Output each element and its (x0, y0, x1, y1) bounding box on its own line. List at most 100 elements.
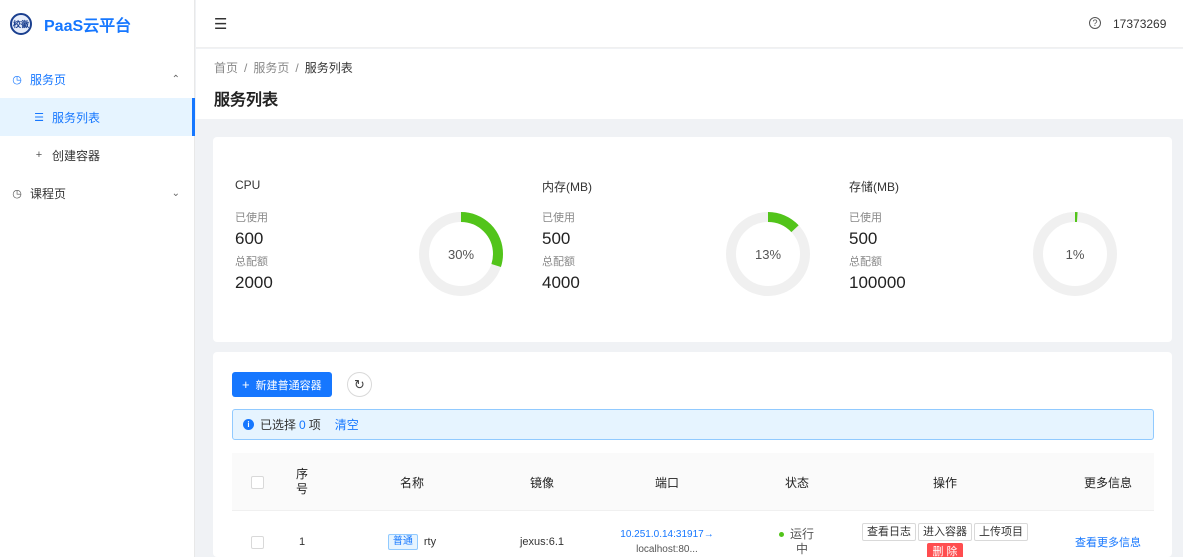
breadcrumb-separator: / (295, 61, 299, 75)
sidebar-item-create-container[interactable]: + 创建容器 (0, 136, 194, 174)
port-external: 10.251.0.14:31917→ (620, 529, 714, 540)
stat-used-value: 500 (542, 229, 571, 248)
service-table-card: + 新建普通容器 ↻ i 已选择 0 项 清空 序 号 名称 镜像 端口 状态 … (213, 352, 1172, 557)
select-all-cell (232, 453, 282, 511)
storage-stat: 存储(MB) 已使用 500 总配额 100000 1% (827, 137, 1137, 342)
sidebar-item-course-page[interactable]: ◷ 课程页 ⌄ (0, 174, 194, 212)
stat-label: 存储(MB) (849, 180, 899, 194)
port-mapping-link[interactable]: 10.251.0.14:31917→ localhost:80... (620, 527, 713, 557)
sidebar-menu: ◷ 服务页 ⌃ ☰ 服务列表 + 创建容器 ◷ 课程页 ⌄ (0, 60, 195, 212)
selection-suffix: 项 (308, 418, 321, 432)
new-container-button[interactable]: + 新建普通容器 (232, 372, 332, 397)
stat-quota-value: 4000 (542, 273, 580, 292)
column-header-status: 状态 (784, 475, 809, 490)
ring-percent: 30% (447, 246, 475, 262)
help-icon[interactable]: ? (1089, 17, 1101, 29)
usage-ring: 13% (725, 211, 811, 297)
usage-ring: 30% (418, 211, 504, 297)
upload-project-button[interactable]: 上传项目 (974, 523, 1028, 541)
sidebar-item-service-page[interactable]: ◷ 服务页 ⌃ (0, 60, 194, 98)
stat-used-value: 500 (849, 229, 878, 248)
menu-fold-icon[interactable]: ☰ (214, 15, 227, 33)
row-port-cell: 10.251.0.14:31917→ localhost:80... (602, 512, 732, 557)
column-header-more-info: 更多信息 (1083, 475, 1132, 490)
column-header-index: 序 号 (295, 467, 308, 496)
breadcrumb-home[interactable]: 首页 (214, 61, 238, 75)
status-text: 运行中 (789, 527, 814, 556)
row-more-cell: 查看更多信息 (1062, 512, 1154, 557)
memory-stat: 内存(MB) 已使用 500 总配额 4000 13% (520, 137, 830, 342)
stat-used-label: 已使用 (235, 212, 268, 224)
plus-icon: + (35, 149, 43, 161)
table-row: 1 普通 rty jexus:6.1 10.251.0.14:31917→ lo… (232, 512, 1154, 557)
container-type-tag: 普通 (387, 534, 418, 550)
sidebar-item-label: 创建容器 (52, 148, 101, 163)
row-actions-cell: 查看日志 进入容器 上传项目 删 除 (857, 512, 1033, 557)
delete-button[interactable]: 删 除 (927, 543, 963, 557)
stat-quota-value: 100000 (849, 273, 906, 292)
resource-stats-card: CPU 已使用 600 总配额 2000 30% 内存(MB) 已使用 500 … (213, 137, 1172, 342)
breadcrumb-service-page[interactable]: 服务页 (253, 61, 289, 75)
refresh-button[interactable]: ↻ (347, 372, 372, 397)
selection-alert: i 已选择 0 项 清空 (232, 409, 1154, 440)
column-header-name: 名称 (399, 475, 424, 490)
sidebar-item-label: 服务页 (30, 72, 67, 87)
stat-label: CPU (235, 178, 261, 192)
stat-used-label: 已使用 (849, 212, 882, 224)
username[interactable]: 17373269 (1113, 17, 1183, 31)
view-logs-button[interactable]: 查看日志 (862, 523, 916, 541)
info-icon: i (243, 419, 254, 430)
list-icon: ☰ (34, 111, 44, 124)
stat-quota-value: 2000 (235, 273, 273, 292)
selection-count: 0 (299, 417, 306, 432)
sidebar-item-label: 课程页 (30, 186, 67, 201)
new-container-label: 新建普通容器 (255, 379, 322, 392)
page-title: 服务列表 (214, 92, 279, 109)
column-header-actions: 操作 (932, 475, 957, 490)
status-dot-icon (779, 532, 784, 537)
status-badge: 运行中 (779, 527, 815, 557)
stat-quota-label: 总配额 (235, 256, 268, 268)
logo[interactable]: 校徽 PaaS云平台 (0, 0, 194, 48)
stat-quota-label: 总配额 (542, 256, 575, 268)
row-name-cell: 普通 rty (352, 512, 472, 557)
table-header: 序 号 名称 镜像 端口 状态 操作 更多信息 (232, 453, 1154, 511)
breadcrumb: 首页 / 服务页 / 服务列表 (214, 59, 1183, 76)
stat-used-label: 已使用 (542, 212, 575, 224)
sidebar: 校徽 PaaS云平台 ◷ 服务页 ⌃ ☰ 服务列表 + 创建容器 ◷ 课程页 ⌄ (0, 0, 195, 557)
column-header-image: 镜像 (529, 475, 554, 490)
row-actions: 查看日志 进入容器 上传项目 删 除 (857, 523, 1033, 557)
selection-prefix: 已选择 (260, 418, 297, 432)
row-checkbox[interactable] (250, 535, 264, 549)
stat-used-value: 600 (235, 229, 264, 248)
stat-label: 内存(MB) (542, 180, 592, 194)
row-index: 1 (298, 536, 306, 548)
sidebar-item-service-list[interactable]: ☰ 服务列表 (0, 98, 195, 136)
chevron-up-icon: ⌃ (171, 73, 180, 85)
clear-selection-link[interactable]: 清空 (335, 416, 359, 433)
usage-ring: 1% (1032, 211, 1118, 297)
plus-icon: + (242, 377, 250, 392)
view-more-info-link[interactable]: 查看更多信息 (1075, 534, 1141, 550)
enter-container-button[interactable]: 进入容器 (918, 523, 972, 541)
container-name: rty (423, 536, 437, 548)
chevron-down-icon: ⌄ (171, 187, 180, 199)
row-select-cell (232, 512, 282, 557)
page-header: 首页 / 服务页 / 服务列表 服务列表 (196, 49, 1183, 119)
top-header: ☰ ? 17373269 (196, 0, 1183, 48)
stat-quota-label: 总配额 (849, 256, 882, 268)
select-all-checkbox[interactable] (250, 475, 264, 489)
ring-percent: 13% (754, 246, 782, 262)
row-image: jexus:6.1 (519, 536, 565, 548)
sidebar-item-label: 服务列表 (52, 110, 101, 125)
column-header-port: 端口 (654, 475, 679, 490)
school-emblem-icon: 校徽 (10, 13, 32, 35)
dashboard-icon: ◷ (12, 73, 22, 86)
ring-percent: 1% (1065, 246, 1085, 262)
port-internal: localhost:80... (636, 544, 698, 555)
app-title: PaaS云平台 (44, 18, 132, 35)
dashboard-icon: ◷ (12, 187, 22, 200)
breadcrumb-separator: / (244, 61, 248, 75)
cpu-stat: CPU 已使用 600 总配额 2000 30% (213, 137, 523, 342)
row-status-cell: 运行中 (772, 512, 822, 557)
